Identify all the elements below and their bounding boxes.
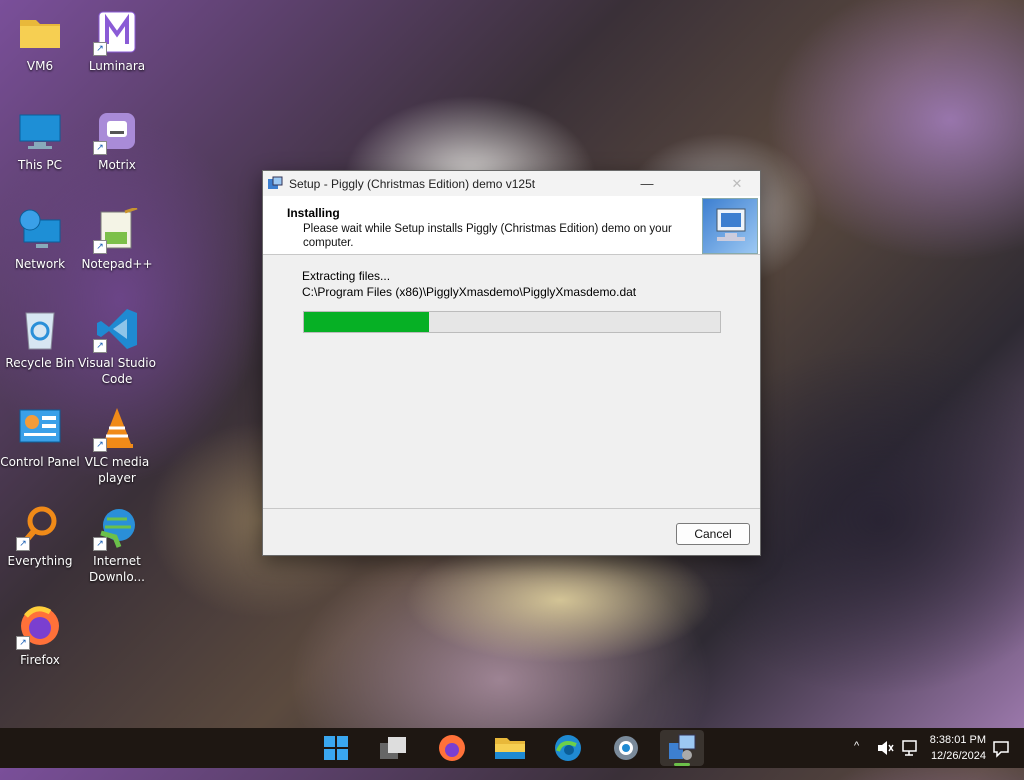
file-explorer-icon — [495, 738, 525, 759]
desktop-icon-label: Control Panel — [0, 455, 80, 469]
desktop-icon-label: Internet Downlo... — [89, 554, 145, 584]
desktop-icon-this-pc[interactable]: This PC — [0, 103, 80, 173]
desktop-icon-network[interactable]: Network — [0, 202, 80, 272]
settings-icon — [614, 736, 638, 760]
desktop-icon-motrix[interactable]: ↗ Motrix — [77, 103, 157, 173]
cancel-button[interactable]: Cancel — [676, 523, 750, 545]
luminara-app-icon: ↗ — [93, 10, 139, 56]
taskbar-firefox[interactable] — [430, 730, 474, 766]
control-panel-icon — [18, 406, 62, 450]
task-view-icon — [380, 737, 406, 759]
taskbar-edge[interactable] — [546, 730, 590, 766]
setup-installer-icon — [669, 734, 696, 760]
notification-icon[interactable] — [992, 740, 1010, 758]
setup-app-icon — [268, 176, 283, 189]
start-button[interactable] — [314, 730, 358, 766]
install-progress-bar — [303, 311, 721, 333]
speaker-muted-icon[interactable] — [876, 740, 894, 756]
network-tray-icon[interactable] — [900, 739, 918, 757]
setup-window: Setup - Piggly (Christmas Edition) demo … — [262, 170, 761, 556]
current-file-path: C:\Program Files (x86)\PigglyXmasdemo\Pi… — [302, 285, 637, 299]
minimize-icon[interactable]: — — [625, 171, 669, 196]
show-hidden-icons-chevron-icon[interactable]: ^ — [854, 740, 859, 780]
desktop-icon-recycle-bin[interactable]: Recycle Bin — [0, 301, 80, 371]
firefox-icon: ↗ — [16, 604, 62, 650]
close-icon: ✕ — [731, 176, 743, 191]
setup-computer-icon — [702, 198, 758, 254]
desktop-icon-control-panel[interactable]: Control Panel — [0, 400, 80, 470]
shortcut-arrow-icon: ↗ — [93, 240, 107, 254]
desktop-icon-idm[interactable]: ↗ Internet Downlo... — [77, 499, 157, 585]
monitor-icon — [18, 109, 62, 153]
desktop-icon-luminara[interactable]: ↗ Luminara — [77, 4, 157, 74]
desktop-icon-label: Notepad++ — [81, 257, 153, 271]
shortcut-arrow-icon: ↗ — [93, 537, 107, 551]
desktop-icon-everything[interactable]: ↗ Everything — [0, 499, 80, 569]
motrix-app-icon: ↗ — [93, 109, 139, 155]
network-icon — [18, 208, 62, 252]
page-subtitle: Please wait while Setup installs Piggly … — [303, 223, 672, 249]
desktop-icon-label: Network — [14, 257, 66, 271]
vscode-icon: ↗ — [93, 307, 139, 353]
shortcut-arrow-icon: ↗ — [93, 438, 107, 452]
desktop-icon-firefox[interactable]: ↗ Firefox — [0, 598, 80, 668]
desktop-icon-label: Everything — [7, 554, 73, 568]
shortcut-arrow-icon: ↗ — [16, 537, 30, 551]
desktop-icon-label: VLC media player — [84, 455, 150, 485]
edge-icon — [555, 735, 581, 761]
notepadpp-icon: ↗ — [93, 206, 139, 254]
task-view-button[interactable] — [371, 730, 415, 766]
taskbar-file-explorer[interactable] — [488, 730, 532, 766]
desktop-icon-vscode[interactable]: ↗ Visual Studio Code — [77, 301, 157, 387]
shortcut-arrow-icon: ↗ — [93, 339, 107, 353]
shortcut-arrow-icon: ↗ — [16, 636, 30, 650]
taskbar-settings[interactable] — [604, 730, 648, 766]
progress-fill — [304, 312, 429, 332]
desktop-icon-label: VM6 — [26, 59, 54, 73]
desktop-icon-notepadpp[interactable]: ↗ Notepad++ — [77, 202, 157, 272]
desktop-icon-vm6[interactable]: VM6 — [0, 4, 80, 74]
taskbar-setup-installer[interactable] — [660, 730, 704, 766]
desktop-icon-label: Firefox — [20, 653, 60, 667]
title-bar[interactable]: Setup - Piggly (Christmas Edition) demo … — [263, 171, 760, 196]
system-clock[interactable]: 8:38:01 PM 12/26/2024 — [930, 732, 986, 764]
clock-date: 12/26/2024 — [930, 750, 986, 762]
desktop-icon-label: This PC — [18, 158, 62, 172]
wizard-body: Extracting files... C:\Program Files (x8… — [263, 255, 760, 510]
wizard-footer: Cancel — [263, 508, 760, 555]
desktop-icon-label: Motrix — [98, 158, 136, 172]
taskbar: ^ 8:38:01 PM 12/26/2024 — [0, 728, 1024, 768]
desktop-icon-label: Visual Studio Code — [78, 356, 156, 386]
search-magnifier-icon: ↗ — [16, 505, 62, 551]
start-icon — [324, 736, 348, 760]
clock-time: 8:38:01 PM — [929, 734, 986, 746]
firefox-icon — [439, 735, 465, 761]
desktop-icon-vlc[interactable]: ↗ VLC media player — [77, 400, 157, 486]
shortcut-arrow-icon: ↗ — [93, 141, 107, 155]
status-text: Extracting files... — [302, 269, 391, 283]
desktop-icon-label: Luminara — [88, 59, 146, 73]
folder-icon — [18, 10, 62, 54]
desktop-icon-label: Recycle Bin — [5, 356, 75, 370]
idm-icon: ↗ — [93, 505, 139, 551]
recycle-bin-icon — [18, 307, 62, 351]
window-title: Setup - Piggly (Christmas Edition) demo … — [289, 176, 536, 191]
page-title: Installing — [287, 206, 340, 220]
wizard-header: Installing Please wait while Setup insta… — [263, 196, 760, 255]
vlc-icon: ↗ — [93, 406, 139, 452]
shortcut-arrow-icon: ↗ — [93, 42, 107, 56]
